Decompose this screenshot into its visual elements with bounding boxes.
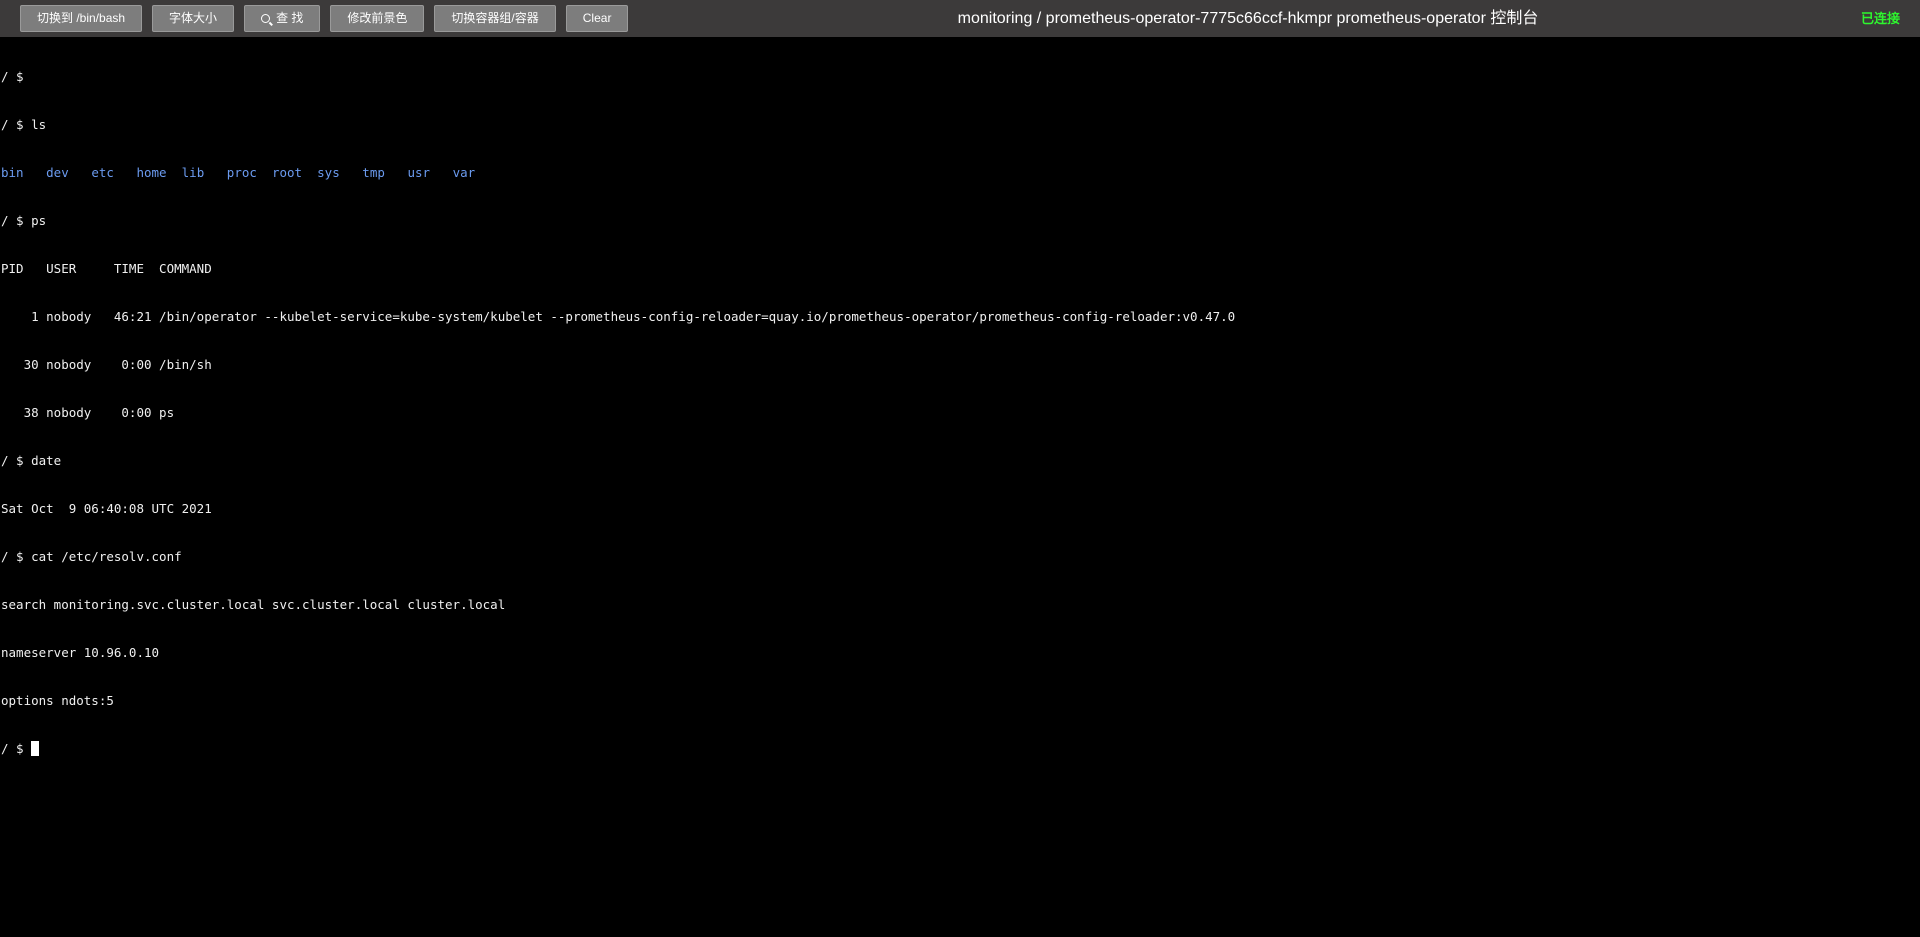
terminal-line: 38 nobody 0:00 ps [1,405,175,420]
ls-output-line: bin dev etc home lib proc root sys tmp u… [0,165,1920,181]
font-size-button-label: 字体大小 [169,11,218,25]
ls-entry: proc [226,165,257,180]
ls-entry: var [452,165,476,180]
ls-entry: home [136,165,167,180]
terminal-line: search monitoring.svc.cluster.local svc.… [1,597,506,612]
terminal-line: options ndots:5 [1,693,114,708]
foreground-color-button[interactable]: 修改前景色 [330,5,425,32]
terminal-line: 30 nobody 0:00 /bin/sh [1,357,212,372]
terminal-output[interactable]: / $ / $ ls bin dev etc home lib proc roo… [0,37,1920,937]
clear-button-label: Clear [582,11,612,25]
terminal-line: nameserver 10.96.0.10 [1,645,160,660]
ls-entry: bin [1,165,24,180]
prompt: / $ [1,741,32,756]
terminal-line: PID USER TIME COMMAND [1,261,212,276]
find-button[interactable]: 查 找 [244,5,321,32]
terminal-line: / $ [1,69,24,84]
find-button-label: 查 找 [276,11,304,25]
terminal-line: / $ ls [1,117,47,132]
terminal-line: / $ ps [1,213,47,228]
top-toolbar: 切换到 /bin/bash 字体大小 查 找 修改前景色 切换容器组/容器 Cl… [0,0,1920,37]
ls-entry: root [271,165,303,180]
terminal-prompt-line: / $ [0,741,1920,757]
switch-container-button[interactable]: 切换容器组/容器 [434,5,556,32]
ls-entry: etc [91,165,114,180]
terminal-line: 1 nobody 46:21 /bin/operator --kubelet-s… [1,309,1236,324]
ls-entry: sys [317,165,340,180]
switch-shell-button-label: 切换到 /bin/bash [37,11,126,25]
font-size-button[interactable]: 字体大小 [152,5,235,32]
switch-container-button-label: 切换容器组/容器 [451,11,539,25]
terminal-cursor[interactable] [31,741,40,756]
terminal-line: Sat Oct 9 06:40:08 UTC 2021 [1,501,212,516]
clear-button[interactable]: Clear [565,5,629,32]
toolbar-buttons: 切换到 /bin/bash 字体大小 查 找 修改前景色 切换容器组/容器 Cl… [20,5,629,32]
terminal-line: / $ date [1,453,62,468]
connection-status: 已连接 [1860,11,1900,26]
ls-entry: dev [46,165,69,180]
switch-shell-button[interactable]: 切换到 /bin/bash [20,5,143,32]
ls-entry: usr [407,165,431,180]
foreground-color-button-label: 修改前景色 [347,11,408,25]
terminal-line: / $ cat /etc/resolv.conf [1,549,182,564]
search-icon [261,14,271,23]
ls-entry: lib [181,165,205,180]
ls-entry: tmp [362,165,385,180]
